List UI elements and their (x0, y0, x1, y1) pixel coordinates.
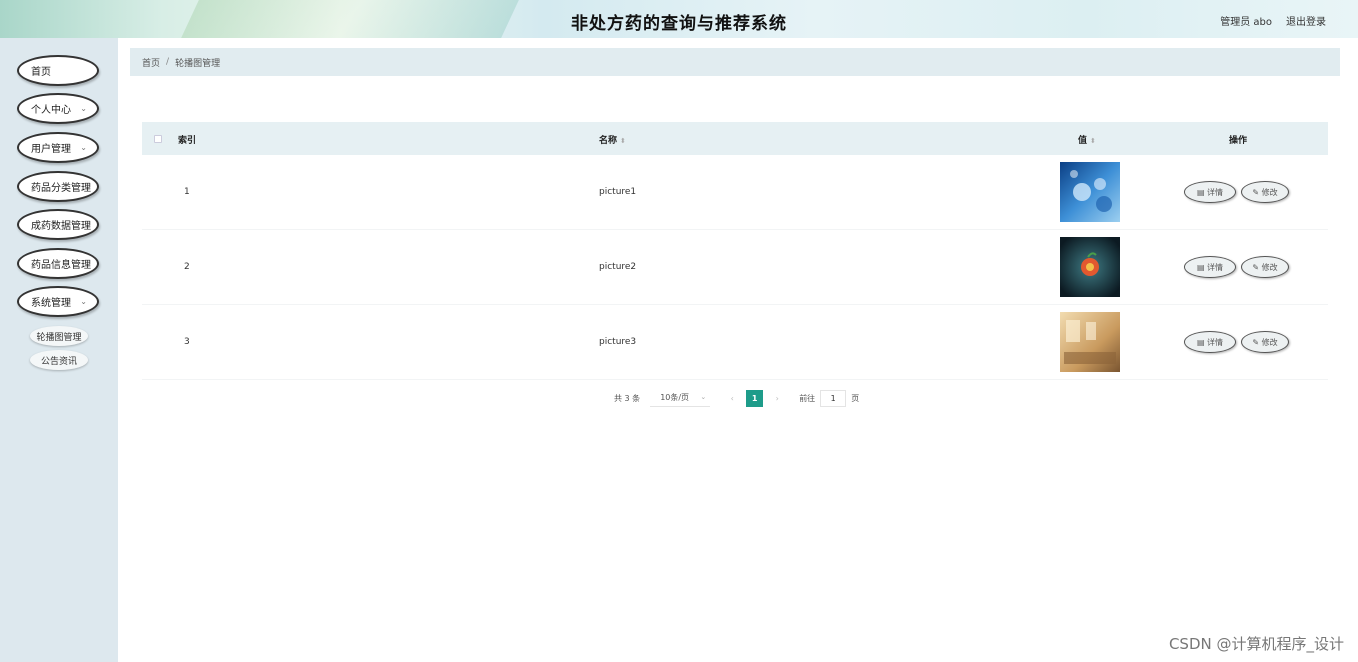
page-size-select[interactable]: 10条/页 ⌄ (650, 390, 711, 407)
data-table: 索引 名称 ⬍ 值 ⬍ 操作 1 picture1 ▤ 详情 ✎ 修改 2 pi… (142, 122, 1328, 380)
sidebar-item-home[interactable]: 首页 (17, 55, 99, 86)
breadcrumb-current: 轮播图管理 (175, 58, 221, 69)
sidebar-item-system-management[interactable]: 系统管理 ⌄ (17, 286, 99, 317)
sidebar-item-label: 用户管理 (31, 144, 71, 155)
sidebar-item-label: 个人中心 (31, 105, 71, 116)
breadcrumb-separator: / (166, 57, 170, 67)
next-page-button[interactable]: › (769, 390, 785, 407)
document-icon: ▤ (1196, 187, 1208, 197)
top-header: 非处方药的查询与推荐系统 管理员 abo 退出登录 (0, 0, 1358, 38)
pagination: 共 3 条 10条/页 ⌄ ‹ 1 › 前往 页 (614, 389, 859, 407)
row-name: picture2 (599, 262, 637, 272)
detail-button[interactable]: ▤ 详情 (1184, 256, 1236, 278)
logout-link[interactable]: 退出登录 (1286, 13, 1326, 28)
watermark-text: CSDN @计算机程序_设计 (1168, 635, 1344, 653)
pencil-icon: ✎ (1252, 262, 1262, 272)
sidebar-item-user-management[interactable]: 用户管理 ⌄ (17, 132, 99, 163)
current-user: 管理员 abo (1220, 17, 1272, 28)
detail-button[interactable]: ▤ 详情 (1184, 331, 1236, 353)
sidebar-item-drug-category[interactable]: 药品分类管理 (17, 171, 99, 202)
breadcrumb-home[interactable]: 首页 (142, 56, 160, 69)
goto-page-input[interactable] (820, 389, 847, 407)
sidebar-subitem-announcements[interactable]: 公告资讯 (30, 350, 88, 370)
main-content: 首页 / 轮播图管理 索引 名称 ⬍ 值 ⬍ 操作 1 picture1 ▤ 详… (118, 38, 1358, 662)
row-name: picture1 (599, 187, 637, 197)
goto-label: 前往 (799, 393, 816, 403)
breadcrumb: 首页 / 轮播图管理 (130, 48, 1340, 76)
goto-suffix: 页 (851, 393, 860, 403)
pencil-icon: ✎ (1252, 337, 1262, 347)
chevron-down-icon: ⌄ (80, 104, 87, 113)
sidebar-item-personal-center[interactable]: 个人中心 ⌄ (17, 93, 99, 124)
document-icon: ▤ (1196, 262, 1208, 272)
sidebar-subitem-carousel[interactable]: 轮播图管理 (30, 326, 88, 346)
sort-icon: ⬍ (620, 137, 626, 145)
column-header-name[interactable]: 名称 ⬍ (599, 133, 626, 146)
row-index: 1 (184, 187, 190, 197)
page-number-button[interactable]: 1 (746, 389, 764, 407)
edit-button[interactable]: ✎ 修改 (1241, 256, 1289, 278)
pencil-icon: ✎ (1252, 187, 1262, 197)
chevron-down-icon: ⌄ (700, 392, 707, 401)
row-name: picture3 (599, 337, 637, 347)
prev-page-button[interactable]: ‹ (724, 390, 740, 407)
column-header-value[interactable]: 值 ⬍ (1078, 133, 1096, 146)
chevron-down-icon: ⌄ (80, 297, 87, 306)
sidebar-item-drug-info[interactable]: 药品信息管理 (17, 248, 99, 279)
column-header-actions: 操作 (1229, 136, 1248, 146)
sidebar-item-drug-data[interactable]: 成药数据管理 (17, 209, 99, 240)
app-title: 非处方药的查询与推荐系统 (571, 14, 787, 34)
table-row: 2 picture2 ▤ 详情 ✎ 修改 (142, 230, 1328, 305)
edit-button[interactable]: ✎ 修改 (1241, 331, 1289, 353)
thumbnail-image (1060, 162, 1120, 222)
edit-button[interactable]: ✎ 修改 (1241, 181, 1289, 203)
sidebar-item-label: 系统管理 (31, 298, 71, 309)
detail-button[interactable]: ▤ 详情 (1184, 181, 1236, 203)
table-header: 索引 名称 ⬍ 值 ⬍ 操作 (142, 122, 1328, 155)
sidebar-item-label: 成药数据管理 (31, 221, 91, 232)
column-header-index: 索引 (178, 136, 197, 146)
table-row: 3 picture3 ▤ 详情 ✎ 修改 (142, 305, 1328, 380)
sidebar-item-label: 首页 (31, 67, 51, 78)
sidebar-item-label: 药品分类管理 (31, 183, 91, 194)
thumbnail-image (1060, 237, 1120, 297)
select-all-checkbox[interactable] (154, 135, 162, 143)
sidebar: 首页 个人中心 ⌄ 用户管理 ⌄ 药品分类管理 成药数据管理 药品信息管理 系统… (0, 38, 118, 662)
table-row: 1 picture1 ▤ 详情 ✎ 修改 (142, 155, 1328, 230)
row-index: 3 (184, 337, 190, 347)
thumbnail-image (1060, 312, 1120, 372)
sidebar-item-label: 药品信息管理 (31, 260, 91, 271)
total-count: 共 3 条 (614, 393, 641, 403)
sort-icon: ⬍ (1090, 137, 1096, 145)
document-icon: ▤ (1196, 337, 1208, 347)
row-index: 2 (184, 262, 190, 272)
chevron-down-icon: ⌄ (80, 143, 87, 152)
